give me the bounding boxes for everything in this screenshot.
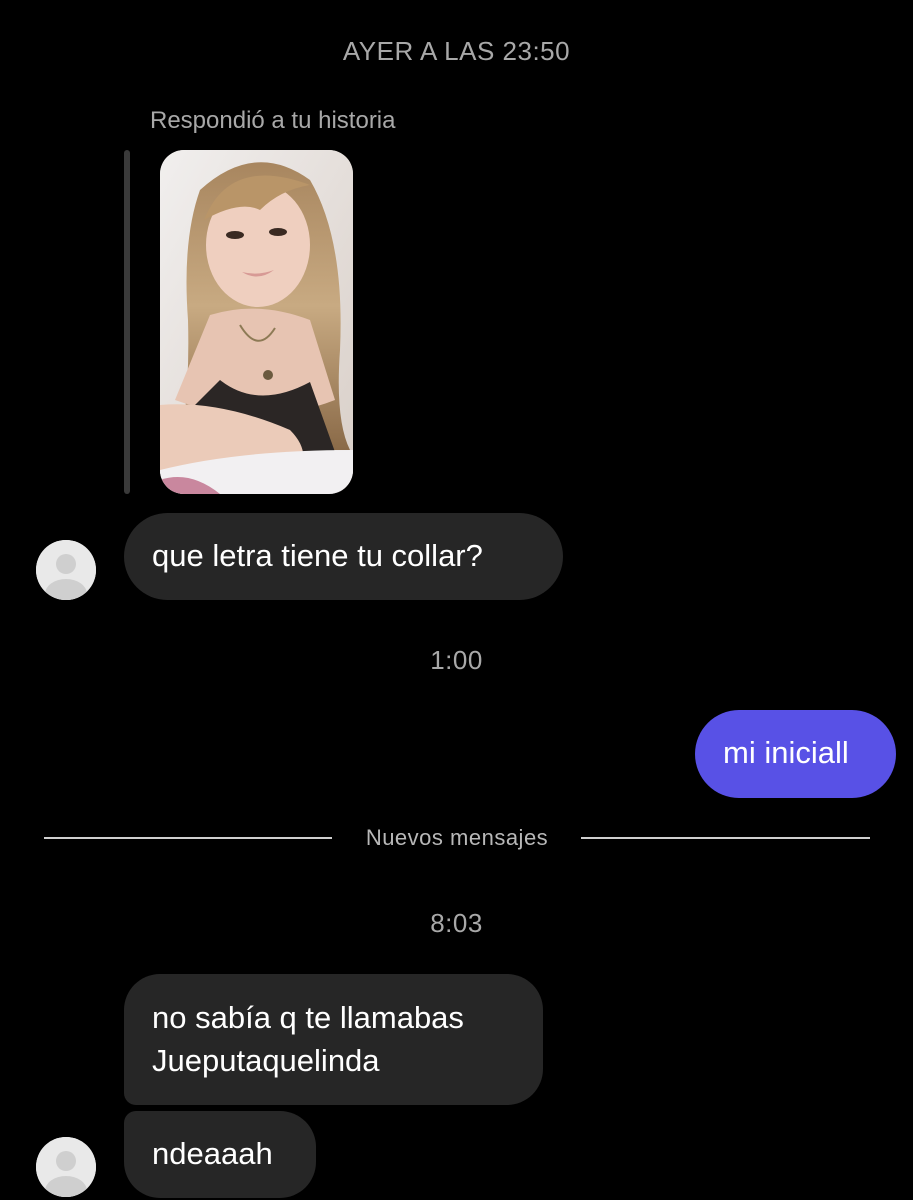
default-avatar-icon xyxy=(36,540,96,600)
story-reply-label: Respondió a tu historia xyxy=(150,107,396,134)
sender-avatar[interactable] xyxy=(36,540,96,600)
timestamp: 1:00 xyxy=(430,645,483,675)
message-bubble-incoming[interactable]: que letra tiene tu collar? xyxy=(124,513,563,600)
timestamp: 8:03 xyxy=(430,908,483,938)
timestamp: AYER A LAS 23:50 xyxy=(342,36,571,66)
new-messages-divider: Nuevos mensajes xyxy=(44,822,870,854)
story-thumbnail[interactable] xyxy=(160,150,353,494)
divider-line xyxy=(581,837,870,839)
message-bubble-incoming[interactable]: ndeaaah xyxy=(124,1111,316,1198)
message-text-line: no sabía q te llamabas Jueputaquelinda xyxy=(152,1000,464,1078)
message-bubble-incoming[interactable]: no sabía q te llamabas Jueputaquelinda xyxy=(124,974,543,1105)
story-image-icon xyxy=(160,150,353,494)
default-avatar-icon xyxy=(36,1137,96,1197)
message-bubble-outgoing[interactable]: mi iniciall xyxy=(695,710,896,798)
sender-avatar[interactable] xyxy=(36,1137,96,1197)
reply-indicator-bar xyxy=(124,150,130,494)
